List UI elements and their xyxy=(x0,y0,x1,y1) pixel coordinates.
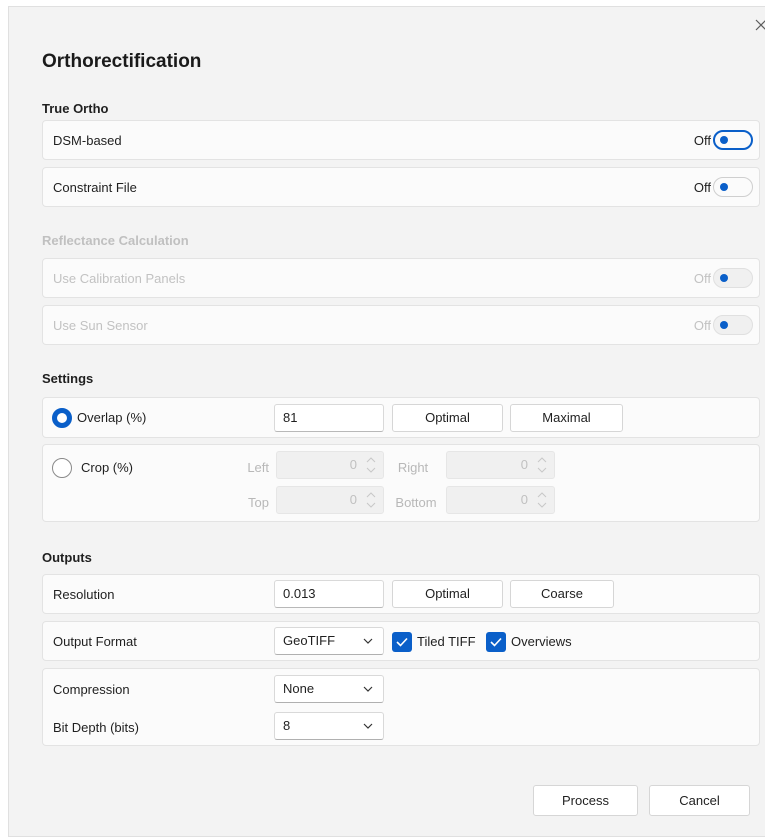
spin-arrows-icon xyxy=(366,457,376,473)
constraint-file-state: Off xyxy=(693,179,711,195)
toggle-knob xyxy=(720,274,728,282)
calibration-panels-toggle-group: Off xyxy=(694,268,753,288)
overviews-checkbox[interactable] xyxy=(486,632,506,652)
sun-sensor-state: Off xyxy=(693,317,711,333)
calibration-panels-state: Off xyxy=(693,270,711,286)
overlap-row: Overlap (%) 81 Optimal Maximal xyxy=(42,397,760,438)
sun-sensor-toggle[interactable] xyxy=(713,315,753,335)
overviews-label: Overviews xyxy=(511,634,572,649)
overlap-optimal-button[interactable]: Optimal xyxy=(392,404,503,432)
overlap-label: Overlap (%) xyxy=(77,410,147,425)
output-format-label: Output Format xyxy=(53,634,137,649)
compression-bitdepth-row: Compression None Bit Depth (bits) 8 xyxy=(42,668,760,746)
constraint-file-toggle[interactable] xyxy=(713,177,753,197)
resolution-coarse-button[interactable]: Coarse xyxy=(510,580,614,608)
reflectance-heading: Reflectance Calculation xyxy=(42,233,189,248)
crop-bottom-label: Bottom xyxy=(395,495,437,510)
compression-select[interactable]: None xyxy=(274,675,384,703)
constraint-file-label: Constraint File xyxy=(53,180,137,195)
calibration-panels-row: Use Calibration Panels Off xyxy=(42,258,760,298)
output-format-select[interactable]: GeoTIFF xyxy=(274,627,384,655)
chevron-down-icon xyxy=(363,723,373,729)
crop-left-spinbox[interactable]: 0 xyxy=(276,451,384,479)
crop-left-value: 0 xyxy=(349,457,357,472)
tiled-tiff-checkbox[interactable] xyxy=(392,632,412,652)
crop-bottom-value: 0 xyxy=(520,492,528,507)
resolution-label: Resolution xyxy=(53,587,115,602)
sun-sensor-toggle-group: Off xyxy=(694,315,753,335)
spin-arrows-icon xyxy=(366,492,376,508)
dialog-title: Orthorectification xyxy=(42,51,202,72)
overlap-input[interactable]: 81 xyxy=(274,404,384,432)
constraint-file-row: Constraint File Off xyxy=(42,167,760,207)
crop-top-label: Top xyxy=(248,495,269,510)
dsm-based-toggle-group: Off xyxy=(694,130,753,150)
crop-top-spinbox[interactable]: 0 xyxy=(276,486,384,514)
resolution-row: Resolution 0.013 Optimal Coarse xyxy=(42,574,760,614)
checkmark-icon xyxy=(396,637,408,647)
cancel-button[interactable]: Cancel xyxy=(649,785,750,816)
spin-arrows-icon xyxy=(537,457,547,473)
output-format-value: GeoTIFF xyxy=(283,633,336,648)
crop-right-value: 0 xyxy=(520,457,528,472)
toggle-knob xyxy=(720,321,728,329)
bit-depth-label: Bit Depth (bits) xyxy=(53,720,139,735)
crop-left-label: Left xyxy=(247,460,269,475)
dsm-based-row: DSM-based Off xyxy=(42,120,760,160)
output-format-row: Output Format GeoTIFF Tiled TIFF Overvie… xyxy=(42,621,760,661)
calibration-panels-label: Use Calibration Panels xyxy=(53,271,186,286)
sun-sensor-row: Use Sun Sensor Off xyxy=(42,305,760,345)
crop-right-label: Right xyxy=(397,460,429,475)
crop-row: Crop (%) Left 0 Right 0 Top 0 Bottom 0 xyxy=(42,444,760,522)
close-icon[interactable] xyxy=(753,18,765,34)
calibration-panels-toggle[interactable] xyxy=(713,268,753,288)
crop-label: Crop (%) xyxy=(81,460,134,475)
checkmark-icon xyxy=(490,637,502,647)
bit-depth-value: 8 xyxy=(283,718,291,733)
sun-sensor-label: Use Sun Sensor xyxy=(53,318,148,333)
settings-heading: Settings xyxy=(42,371,94,386)
crop-right-spinbox[interactable]: 0 xyxy=(446,451,555,479)
chevron-down-icon xyxy=(363,638,373,644)
spin-arrows-icon xyxy=(537,492,547,508)
outputs-heading: Outputs xyxy=(42,550,92,565)
dsm-based-label: DSM-based xyxy=(53,133,122,148)
dsm-based-state: Off xyxy=(693,132,711,148)
crop-top-value: 0 xyxy=(349,492,357,507)
tiled-tiff-label: Tiled TIFF xyxy=(417,634,476,649)
bit-depth-select[interactable]: 8 xyxy=(274,712,384,740)
crop-bottom-spinbox[interactable]: 0 xyxy=(446,486,555,514)
compression-label: Compression xyxy=(53,682,130,697)
resolution-input[interactable]: 0.013 xyxy=(274,580,384,608)
toggle-knob xyxy=(720,183,728,191)
overlap-maximal-button[interactable]: Maximal xyxy=(510,404,623,432)
overlap-radio[interactable] xyxy=(52,408,72,428)
resolution-optimal-button[interactable]: Optimal xyxy=(392,580,503,608)
crop-radio[interactable] xyxy=(52,458,72,478)
process-button[interactable]: Process xyxy=(533,785,638,816)
dsm-based-toggle[interactable] xyxy=(713,130,753,150)
orthorectification-dialog: Orthorectification True Ortho DSM-based … xyxy=(8,6,765,837)
compression-value: None xyxy=(283,681,315,696)
constraint-file-toggle-group: Off xyxy=(694,177,753,197)
true-ortho-heading: True Ortho xyxy=(42,101,109,116)
toggle-knob xyxy=(720,136,728,144)
chevron-down-icon xyxy=(363,686,373,692)
